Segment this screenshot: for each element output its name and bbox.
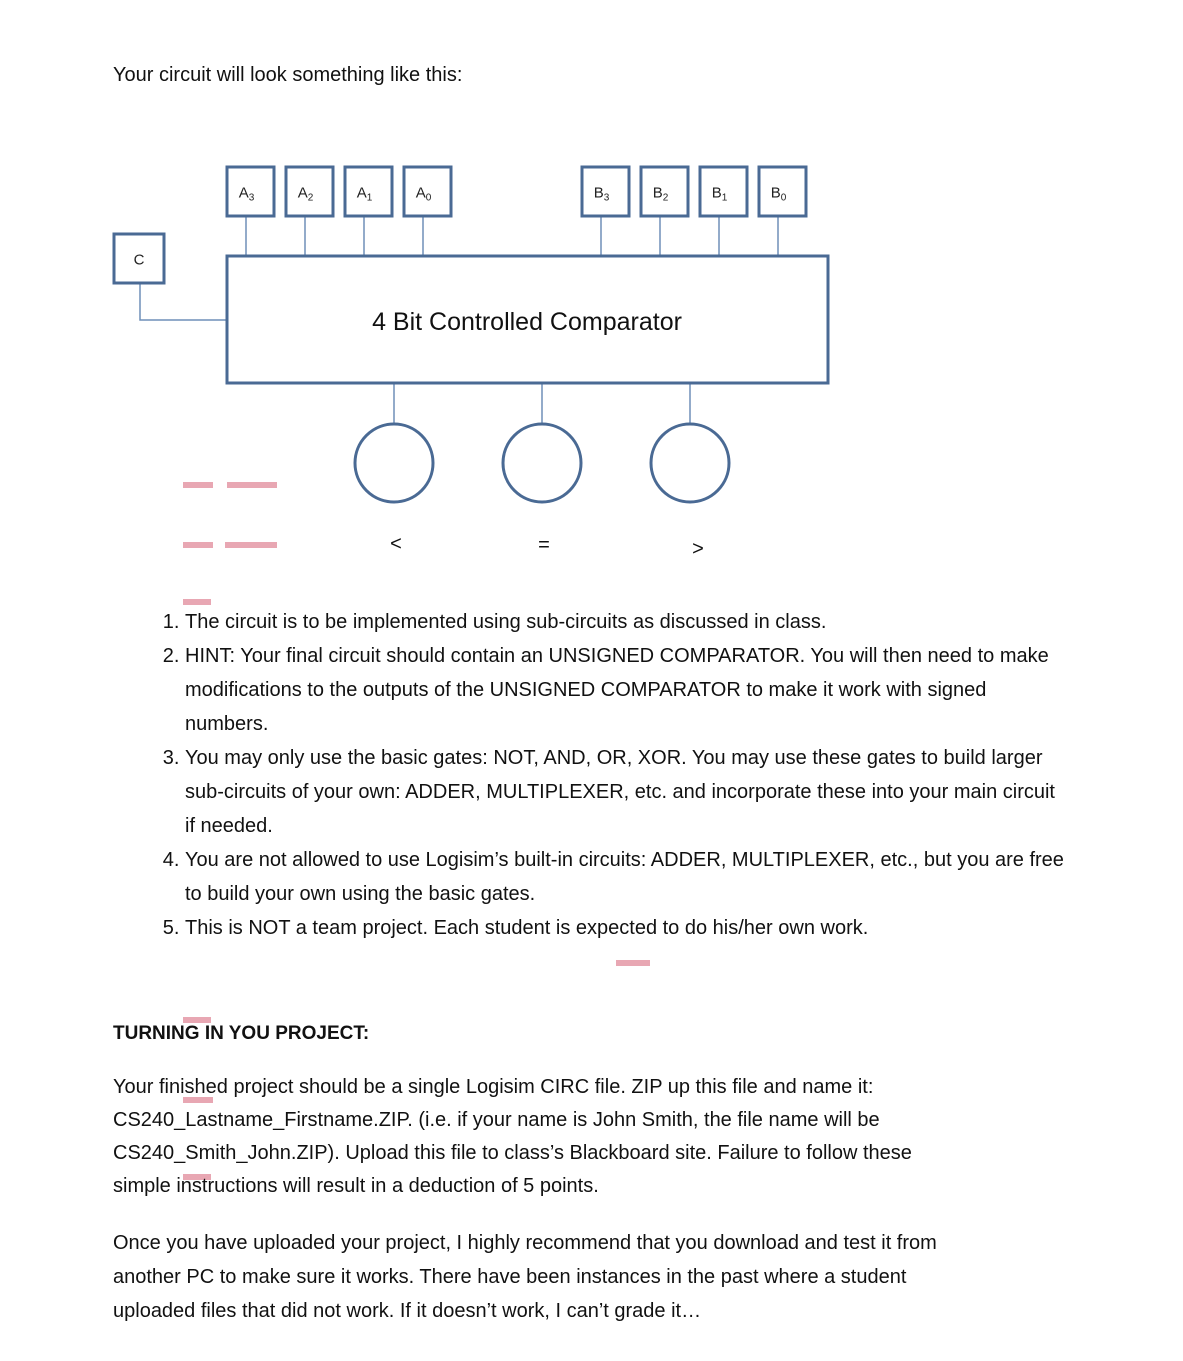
output-label: < — [390, 533, 402, 555]
paragraph-line: CS240_Lastname_Firstname.ZIP. (i.e. if y… — [113, 1109, 880, 1131]
pin-b2-box — [639, 165, 690, 218]
pin-b1-box — [698, 165, 749, 218]
paragraph-line: Your finished project should be a single… — [113, 1076, 874, 1098]
wire — [139, 283, 227, 321]
pin-a3-box — [225, 165, 276, 218]
output-led — [649, 422, 731, 504]
paragraph-line: Once you have uploaded your project, I h… — [113, 1232, 937, 1254]
turnin-paragraph: Your finished project should be a single… — [113, 1071, 1033, 1203]
output-label: > — [692, 538, 704, 560]
comparator-block-title: 4 Bit Controlled Comparator — [372, 308, 682, 336]
pin-b3-box — [580, 165, 631, 218]
margin-mark — [183, 482, 213, 488]
pin-b0-box — [757, 165, 808, 218]
output-led — [501, 422, 583, 504]
turnin-heading: TURNING IN YOU PROJECT: — [113, 1023, 370, 1044]
pin-a1-box — [343, 165, 394, 218]
pin-a0-box — [402, 165, 453, 218]
margin-mark — [616, 960, 650, 966]
paragraph-line: uploaded files that did not work. If it … — [113, 1300, 702, 1322]
pin-a2-box — [284, 165, 335, 218]
closing-paragraph: Once you have uploaded your project, I h… — [113, 1226, 1053, 1328]
margin-mark — [225, 542, 277, 548]
comparator-diagram: A3 A2 A1 A0 B3 B2 B1 B0C 4 Bit Controlled Compa… — [112, 165, 830, 560]
pin-c-label: C — [134, 252, 145, 269]
paragraph-line: another PC to make sure it works. There … — [113, 1266, 907, 1288]
output-led — [353, 422, 435, 504]
rule-item: The circuit is to be implemented using s… — [185, 605, 1065, 639]
rule-item: This is NOT a team project. Each student… — [185, 911, 1065, 945]
margin-mark — [183, 542, 213, 548]
rule-item: You may only use the basic gates: NOT, A… — [185, 741, 1065, 843]
output-leds: < = > — [353, 422, 731, 560]
rule-item: You are not allowed to use Logisim’s bui… — [185, 843, 1065, 911]
rule-item: HINT: Your final circuit should contain … — [185, 639, 1065, 741]
rules-list: The circuit is to be implemented using s… — [145, 605, 1065, 945]
paragraph-line: CS240_Smith_John.ZIP). Upload this file … — [113, 1142, 912, 1164]
output-label: = — [538, 534, 550, 556]
margin-mark — [227, 482, 277, 488]
paragraph-line: simple instructions will result in a ded… — [113, 1175, 599, 1197]
